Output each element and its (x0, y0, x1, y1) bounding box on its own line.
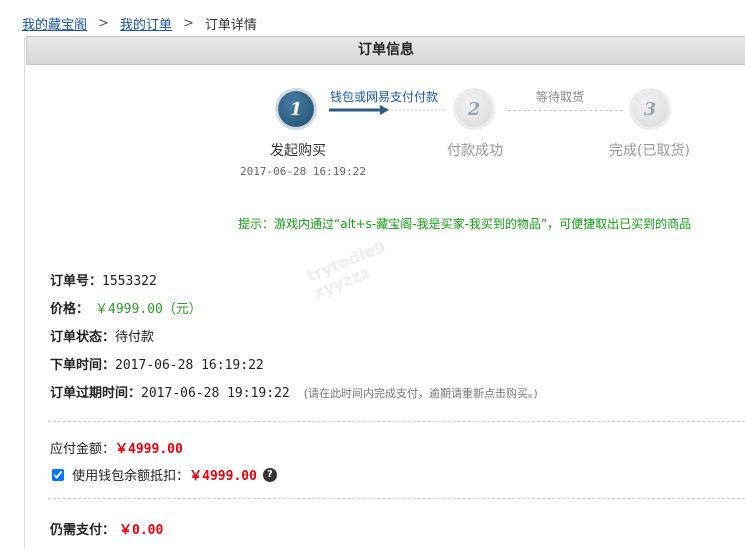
step-3-label: 完成(已取货) (609, 143, 690, 159)
step-arrow-icon (329, 105, 446, 115)
panel-title: 订单信息 (26, 36, 745, 65)
divider (48, 421, 745, 422)
breadcrumb-current: 订单详情 (204, 18, 257, 33)
price-value: ￥4999.00（元） (95, 302, 202, 317)
breadcrumb-separator: > (98, 16, 109, 31)
order-id-row: 订单号：1553322 (50, 270, 157, 289)
step-1-time: 2017-06-28 16:19:22 (240, 165, 366, 178)
amount-due-row: 应付金额：￥4999.00 (50, 438, 183, 457)
status-row: 订单状态：待付款 (50, 326, 154, 345)
remaining-value: ￥0.00 (119, 523, 164, 538)
amount-due-label: 应付金额： (50, 442, 116, 457)
created-time-label: 下单时间： (50, 358, 116, 373)
wallet-deduct-checkbox[interactable] (52, 468, 64, 481)
remaining-label: 仍需支付： (50, 523, 116, 538)
step-3-circle-icon: 3 (632, 91, 668, 127)
step-connector (508, 110, 623, 111)
divider (48, 498, 745, 499)
status-value: 待付款 (115, 330, 155, 345)
pickup-hint: 提示：游戏内通过“alt+s-藏宝阁-我是买家-我买到的物品”，可便捷取出已买到… (238, 217, 692, 231)
expire-time-value: 2017-06-28 19:19:22 (141, 386, 290, 401)
remaining-row: 仍需支付： ￥0.00 (50, 519, 163, 538)
wallet-deduct-label: 使用钱包余额抵扣： (72, 469, 190, 484)
breadcrumb: 我的藏宝阁 > 我的订单 > 订单详情 (22, 14, 257, 33)
step-1-label: 发起购买 (270, 143, 326, 159)
status-label: 订单状态： (50, 330, 116, 345)
breadcrumb-link-treasure-pavilion[interactable]: 我的藏宝阁 (22, 14, 87, 33)
expire-time-row: 订单过期时间：2017-06-28 19:19:22 (请在此时间内完成支付，逾期… (50, 382, 538, 401)
step-2-circle-icon: 2 (456, 91, 492, 127)
step-link-label-wait: 等待取货 (536, 90, 585, 104)
expire-time-label: 订单过期时间： (50, 386, 142, 401)
price-label: 价格： (50, 302, 90, 317)
breadcrumb-separator: > (182, 16, 194, 31)
step-1-circle-icon: 1 (278, 91, 314, 127)
amount-due-value: ￥4999.00 (115, 442, 183, 457)
wallet-deduct-row: 使用钱包余额抵扣：￥4999.00? (52, 465, 277, 484)
step-2-label: 付款成功 (447, 143, 503, 159)
order-id-value: 1553322 (102, 274, 157, 289)
help-icon[interactable]: ? (262, 467, 277, 482)
expire-note: (请在此时间内完成支付，逾期请重新点击购买。) (303, 387, 538, 400)
step-link-label-pay: 钱包或网易支付付款 (330, 90, 439, 104)
left-divider (24, 36, 25, 549)
wallet-deduct-value: ￥4999.00 (189, 469, 257, 484)
price-row: 价格： ￥4999.00（元） (50, 298, 202, 317)
created-time-value: 2017-06-28 16:19:22 (115, 358, 264, 373)
breadcrumb-link-my-orders[interactable]: 我的订单 (120, 14, 172, 33)
created-time-row: 下单时间：2017-06-28 16:19:22 (50, 354, 264, 373)
order-id-label: 订单号： (50, 274, 103, 289)
